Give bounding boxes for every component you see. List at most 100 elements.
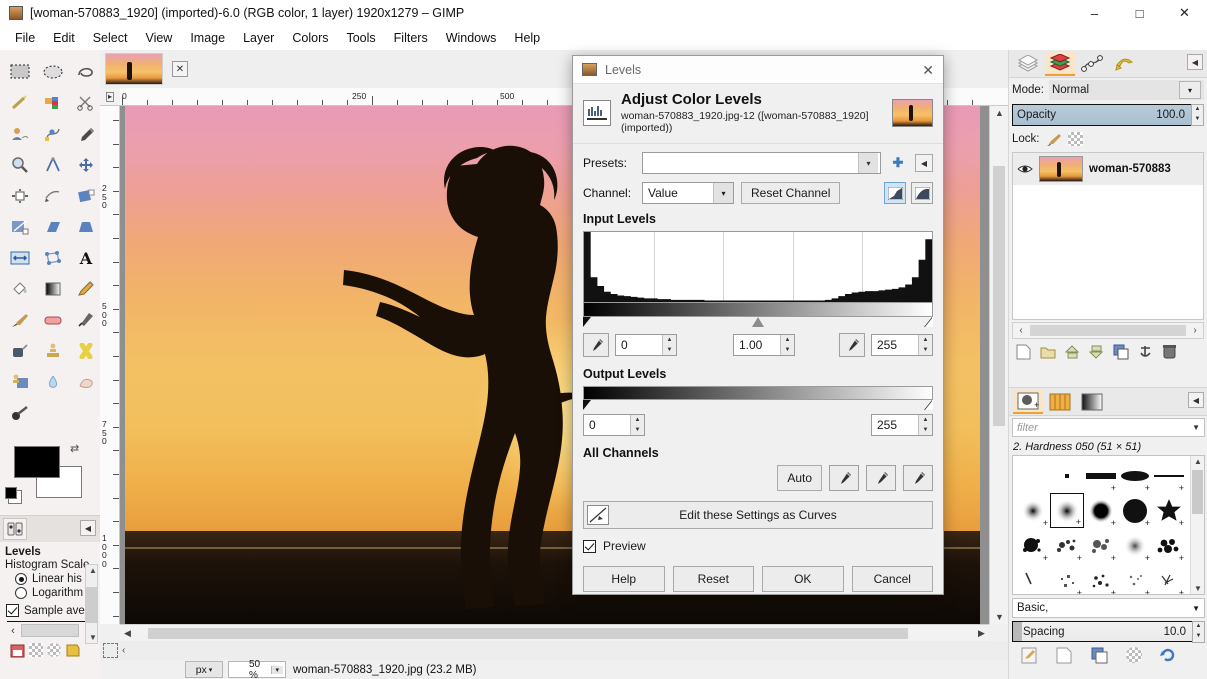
input-gamma-spinner[interactable]: ▲▼: [780, 335, 794, 355]
dodge-burn-icon[interactable]: [3, 397, 36, 428]
input-high-spinbox[interactable]: 255 ▲▼: [871, 334, 933, 356]
channel-selector[interactable]: Value ▾: [642, 182, 734, 204]
free-select-icon[interactable]: [69, 56, 102, 87]
image-tab-thumbnail[interactable]: [105, 53, 163, 85]
hscroll-right-icon[interactable]: ▶: [974, 628, 989, 639]
brushes-dock-menu-button[interactable]: ◀: [1188, 392, 1204, 408]
rect-select-icon[interactable]: [3, 56, 36, 87]
input-black-point-handle[interactable]: [583, 317, 591, 327]
brush-cell[interactable]: +: [1016, 528, 1050, 563]
lower-layer-icon[interactable]: [1089, 344, 1104, 360]
bucket-fill-icon[interactable]: [3, 273, 36, 304]
input-high-down-icon[interactable]: ▼: [919, 345, 932, 355]
perspective-clone-icon[interactable]: [3, 366, 36, 397]
new-brush-icon[interactable]: [1056, 647, 1073, 664]
input-histogram[interactable]: [583, 231, 933, 303]
pick-black-point-icon[interactable]: [829, 465, 859, 491]
brush-cell[interactable]: +: [1118, 528, 1152, 563]
hscroll-left-icon[interactable]: ◀: [120, 628, 135, 639]
shear-icon[interactable]: [36, 211, 69, 242]
menu-image[interactable]: Image: [181, 28, 234, 48]
color-picker-icon[interactable]: [69, 118, 102, 149]
brush-cell[interactable]: +: [1016, 493, 1050, 528]
tool-options-menu-button[interactable]: ◀: [80, 520, 96, 536]
output-high-spinner[interactable]: ▲▼: [918, 415, 932, 435]
menu-tools[interactable]: Tools: [337, 28, 384, 48]
output-high-up-icon[interactable]: ▲: [919, 415, 932, 425]
perspective-icon[interactable]: [69, 211, 102, 242]
preview-checkbox-icon[interactable]: [583, 540, 596, 553]
preview-row[interactable]: Preview: [583, 539, 933, 553]
brush-cell[interactable]: +: [1152, 458, 1186, 493]
raise-layer-icon[interactable]: [1065, 344, 1080, 360]
edit-as-curves-button[interactable]: Edit these Settings as Curves: [583, 501, 933, 529]
vscroll-up-icon[interactable]: ▲: [995, 108, 1004, 118]
input-gamma-handle[interactable]: [752, 317, 764, 327]
tool-options-scrollbar[interactable]: ▲ ▼: [85, 564, 98, 644]
foreground-color-swatch[interactable]: [14, 446, 60, 478]
menu-file[interactable]: File: [6, 28, 44, 48]
heal-icon[interactable]: [69, 335, 102, 366]
maximize-button[interactable]: □: [1117, 0, 1162, 26]
input-low-down-icon[interactable]: ▼: [663, 345, 676, 355]
brush-cell[interactable]: [1050, 458, 1084, 493]
new-layer-group-icon[interactable]: [1040, 344, 1056, 360]
brush-scroll-down-icon[interactable]: ▼: [1194, 584, 1202, 593]
brush-scroll-up-icon[interactable]: ▲: [1194, 457, 1202, 466]
transform-icon[interactable]: [69, 180, 102, 211]
restore-options-icon[interactable]: [29, 643, 43, 657]
edit-brush-icon[interactable]: [1021, 647, 1038, 664]
add-preset-icon[interactable]: ✚: [888, 153, 908, 173]
minimize-button[interactable]: –: [1072, 0, 1117, 26]
save-options-icon[interactable]: [10, 643, 25, 658]
layers-nav-left-icon[interactable]: ‹: [1013, 325, 1029, 336]
quick-mask-toggle-icon[interactable]: [103, 643, 118, 658]
reset-channel-button[interactable]: Reset Channel: [741, 182, 840, 204]
ink-icon[interactable]: [3, 335, 36, 366]
delete-options-icon[interactable]: [47, 643, 61, 657]
crop-icon[interactable]: [36, 180, 69, 211]
hscroll-thumb[interactable]: [148, 628, 908, 639]
input-gamma-spinbox[interactable]: 1.00 ▲▼: [733, 334, 795, 356]
vscroll-thumb[interactable]: [993, 166, 1005, 426]
brush-cell[interactable]: [1016, 458, 1050, 493]
scale-icon[interactable]: [3, 211, 36, 242]
brush-cell[interactable]: +: [1152, 493, 1186, 528]
menu-colors[interactable]: Colors: [283, 28, 337, 48]
brush-cell[interactable]: +: [1050, 528, 1084, 563]
pick-gray-point-icon[interactable]: [866, 465, 896, 491]
tab-undo-history-icon[interactable]: [1109, 51, 1139, 76]
scissors-select-icon[interactable]: [69, 87, 102, 118]
input-gradient-bar[interactable]: [583, 303, 933, 317]
close-button[interactable]: ✕: [1162, 0, 1207, 26]
cage-transform-icon[interactable]: [36, 242, 69, 273]
nav-left-icon[interactable]: ‹: [5, 625, 21, 637]
input-low-up-icon[interactable]: ▲: [663, 335, 676, 345]
layer-visibility-eye-icon[interactable]: [1017, 162, 1033, 176]
canvas-vertical-scrollbar[interactable]: ▲ ▼: [989, 106, 1008, 624]
menu-filters[interactable]: Filters: [385, 28, 437, 48]
input-gamma-down-icon[interactable]: ▼: [781, 345, 794, 355]
new-layer-icon[interactable]: [1016, 344, 1031, 360]
sample-average-checkbox[interactable]: Sample aver: [6, 604, 95, 617]
output-gradient-bar[interactable]: [583, 386, 933, 400]
help-button[interactable]: Help: [583, 566, 665, 592]
airbrush-icon[interactable]: [69, 304, 102, 335]
menu-view[interactable]: View: [136, 28, 181, 48]
output-high-down-icon[interactable]: ▼: [919, 425, 932, 435]
tab-patterns-icon[interactable]: [1045, 389, 1075, 414]
swap-colors-icon[interactable]: ⇄: [70, 442, 79, 455]
brush-cell[interactable]: [1016, 563, 1050, 595]
layers-scroll-nav[interactable]: ‹ ›: [1012, 322, 1204, 339]
lock-pixels-brush-icon[interactable]: [1046, 132, 1062, 147]
input-gamma-up-icon[interactable]: ▲: [781, 335, 794, 345]
mode-selector[interactable]: Normal ▾: [1049, 80, 1204, 100]
spacing-spinner[interactable]: ▲ ▼: [1192, 621, 1205, 643]
pick-white-point-icon[interactable]: [903, 465, 933, 491]
levels-close-button[interactable]: ✕: [922, 62, 934, 79]
output-black-point-handle[interactable]: [583, 400, 591, 410]
tab-paths-icon[interactable]: [1077, 51, 1107, 76]
linear-histogram-button[interactable]: [884, 182, 906, 204]
measure-icon[interactable]: [36, 149, 69, 180]
scrollbar-thumb[interactable]: [86, 587, 97, 623]
